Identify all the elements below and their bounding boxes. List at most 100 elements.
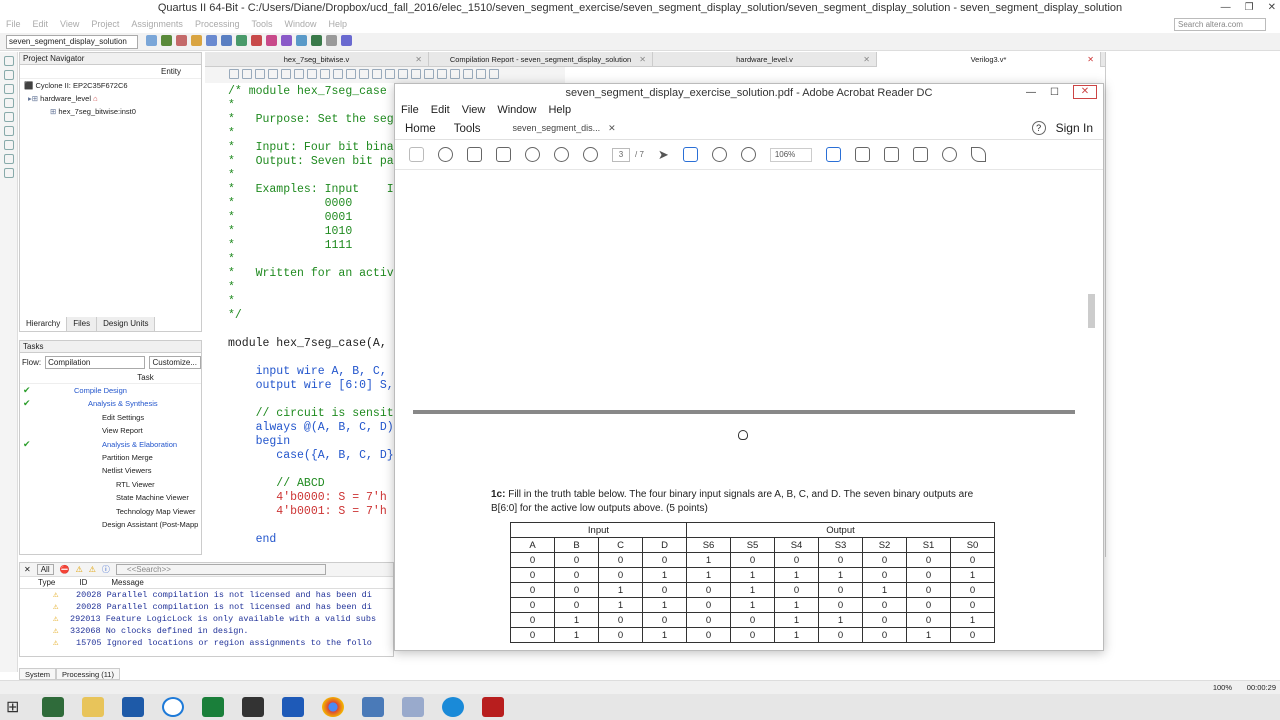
editor-tool-icon[interactable] bbox=[268, 69, 278, 79]
task-rtl-viewer[interactable]: RTL Viewer bbox=[20, 478, 201, 491]
editor-tool-icon[interactable] bbox=[424, 69, 434, 79]
sign-icon[interactable] bbox=[970, 147, 986, 162]
tab-system[interactable]: System bbox=[19, 668, 57, 680]
menu-tools[interactable]: Tools bbox=[251, 16, 272, 32]
pdf-scrollbar[interactable] bbox=[1087, 176, 1097, 646]
message-search-input[interactable]: <<Search>> bbox=[115, 564, 326, 575]
device-node[interactable]: ⬛ Cyclone II: EP2C35F672C6 bbox=[20, 79, 201, 92]
toolbar-icon[interactable] bbox=[311, 35, 322, 46]
editor-tool-icon[interactable] bbox=[281, 69, 291, 79]
task-analysis-synthesis[interactable]: ✔ Analysis & Synthesis bbox=[20, 397, 201, 410]
close-icon[interactable]: ✕ bbox=[608, 123, 616, 133]
start-icon[interactable]: ⊞ bbox=[6, 697, 24, 717]
inst-node[interactable]: ⊞ hex_7seg_bitwise:inst0 bbox=[20, 105, 201, 118]
prev-page-icon[interactable] bbox=[554, 147, 569, 162]
critical-filter-icon[interactable]: ⚠ bbox=[89, 565, 96, 574]
tab-files[interactable]: Files bbox=[67, 317, 98, 331]
edge-icon[interactable] bbox=[162, 697, 184, 717]
task-state-machine-viewer[interactable]: State Machine Viewer bbox=[20, 491, 201, 504]
acro-menu-view[interactable]: View bbox=[462, 102, 486, 118]
editor-tool-icon[interactable] bbox=[346, 69, 356, 79]
sidebar-icon[interactable] bbox=[3, 112, 14, 122]
app-icon[interactable] bbox=[362, 697, 384, 717]
close-icon[interactable]: ✕ bbox=[415, 52, 422, 67]
zoom-out-icon[interactable] bbox=[711, 147, 727, 162]
editor-tool-icon[interactable] bbox=[437, 69, 447, 79]
app-icon[interactable] bbox=[402, 697, 424, 717]
acro-menu-window[interactable]: Window bbox=[497, 102, 536, 118]
message-row[interactable]: ⚠ 292013 Feature LogicLock is only availa… bbox=[20, 613, 393, 625]
message-row[interactable]: ⚠ 15705 Ignored locations or region assig… bbox=[20, 637, 393, 649]
scroll-thumb[interactable] bbox=[1088, 294, 1095, 328]
chrome-icon[interactable] bbox=[322, 697, 344, 717]
toolbar-icon[interactable] bbox=[326, 35, 337, 46]
sidebar-icon[interactable] bbox=[3, 154, 14, 164]
sidebar-icon[interactable] bbox=[3, 126, 14, 136]
restore-icon[interactable]: ❐ bbox=[1245, 0, 1254, 16]
tab-verilog3[interactable]: Verilog3.v* ✕ bbox=[877, 52, 1101, 67]
flow-select[interactable]: Compilation bbox=[45, 355, 145, 369]
tab-compilation-report[interactable]: Compilation Report - seven_segment_displ… bbox=[429, 52, 653, 67]
save-icon[interactable] bbox=[409, 147, 424, 162]
warning-filter-icon[interactable]: ⚠ bbox=[76, 565, 83, 574]
task-design-assistant[interactable]: Design Assistant (Post-Mapp bbox=[20, 518, 201, 531]
maximize-icon[interactable]: ☐ bbox=[1050, 84, 1059, 102]
acro-menu-file[interactable]: File bbox=[401, 102, 419, 118]
excel-icon[interactable] bbox=[202, 697, 224, 717]
message-row[interactable]: ⚠ 20028 Parallel compilation is not licen… bbox=[20, 589, 393, 601]
tab-hierarchy[interactable]: Hierarchy bbox=[20, 317, 68, 331]
editor-tool-icon[interactable] bbox=[333, 69, 343, 79]
editor-tool-icon[interactable] bbox=[450, 69, 460, 79]
editor-tool-icon[interactable] bbox=[294, 69, 304, 79]
app-icon[interactable] bbox=[122, 697, 144, 717]
message-row[interactable]: ⚠ 20028 Parallel compilation is not licen… bbox=[20, 601, 393, 613]
editor-tool-icon[interactable] bbox=[476, 69, 486, 79]
editor-tool-icon[interactable] bbox=[320, 69, 330, 79]
toolbar-icon[interactable] bbox=[221, 35, 232, 46]
menu-view[interactable]: View bbox=[60, 16, 79, 32]
customize-button[interactable]: Customize... bbox=[148, 355, 201, 369]
hand-tool-icon[interactable] bbox=[682, 147, 698, 162]
sign-in-button[interactable]: Sign In bbox=[1056, 121, 1093, 135]
editor-tool-icon[interactable] bbox=[229, 69, 239, 79]
tab-hardware-level[interactable]: hardware_level.v ✕ bbox=[653, 52, 877, 67]
fit-page-icon[interactable] bbox=[825, 147, 841, 162]
acro-menu-help[interactable]: Help bbox=[548, 102, 571, 118]
toolbar-icon[interactable] bbox=[176, 35, 187, 46]
code-editor[interactable]: /* module hex_7seg_case * * Purpose: Set… bbox=[205, 83, 395, 558]
editor-tool-icon[interactable] bbox=[411, 69, 421, 79]
menu-file[interactable]: File bbox=[6, 16, 21, 32]
print-icon[interactable] bbox=[467, 147, 482, 162]
quartus-icon[interactable] bbox=[42, 697, 64, 717]
sidebar-icon[interactable] bbox=[3, 140, 14, 150]
tab-processing[interactable]: Processing (11) bbox=[56, 668, 120, 680]
editor-tool-icon[interactable] bbox=[359, 69, 369, 79]
zoom-select[interactable]: 106% bbox=[769, 147, 812, 162]
scroll-mode-icon[interactable] bbox=[912, 147, 928, 162]
next-page-icon[interactable] bbox=[583, 147, 598, 162]
sidebar-icon[interactable] bbox=[3, 70, 14, 80]
editor-tool-icon[interactable] bbox=[463, 69, 473, 79]
zoom-in-icon[interactable] bbox=[740, 147, 756, 162]
tab-hex-7seg-bitwise[interactable]: hex_7seg_bitwise.v ✕ bbox=[205, 52, 429, 67]
acrobat-icon[interactable] bbox=[482, 697, 504, 717]
menu-edit[interactable]: Edit bbox=[33, 16, 49, 32]
help-icon[interactable] bbox=[341, 35, 352, 46]
sidebar-icon[interactable] bbox=[3, 98, 14, 108]
task-column[interactable]: Task bbox=[20, 371, 201, 384]
menu-window[interactable]: Window bbox=[284, 16, 316, 32]
acro-menu-edit[interactable]: Edit bbox=[431, 102, 450, 118]
window-controls[interactable]: — ❐ ✕ bbox=[1221, 0, 1276, 16]
entity-column[interactable]: Entity bbox=[20, 65, 201, 79]
editor-tool-icon[interactable] bbox=[398, 69, 408, 79]
camera-icon[interactable] bbox=[442, 697, 464, 717]
email-icon[interactable] bbox=[496, 147, 511, 162]
menu-project[interactable]: Project bbox=[91, 16, 119, 32]
play-icon[interactable] bbox=[236, 35, 247, 46]
close-icon[interactable]: ✕ bbox=[1268, 0, 1276, 16]
editor-tool-icon[interactable] bbox=[242, 69, 252, 79]
task-partition-merge[interactable]: Partition Merge bbox=[20, 451, 201, 464]
toolbar-icon[interactable] bbox=[296, 35, 307, 46]
col-id[interactable]: ID bbox=[79, 577, 87, 588]
tab-design-units[interactable]: Design Units bbox=[97, 317, 156, 331]
